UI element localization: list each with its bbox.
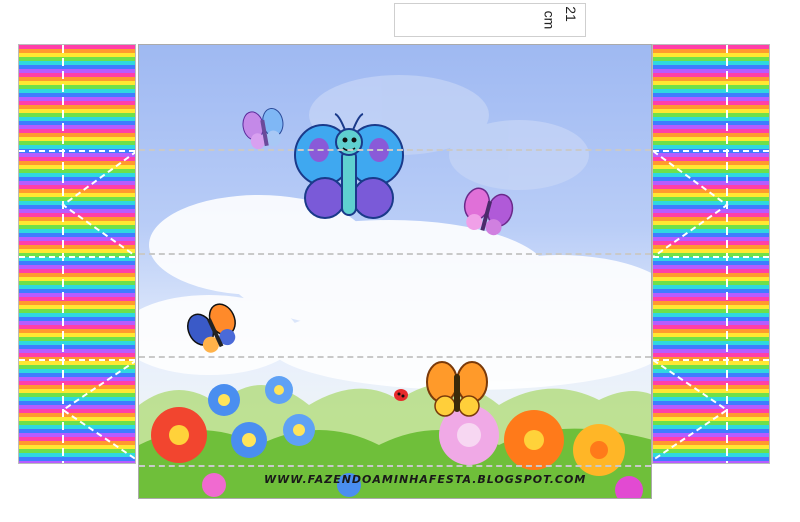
fold-line [139, 253, 651, 255]
clouds [139, 195, 651, 390]
site-url-text: WWW.FAZENDOAMINHAFESTA.BLOGSPOT.COM [264, 473, 587, 486]
main-panel: WWW.FAZENDOAMINHAFESTA.BLOGSPOT.COM [138, 44, 652, 499]
ladybug-icon [394, 389, 408, 401]
measurement-label: 21 cm [394, 3, 586, 37]
fold-line [139, 465, 651, 467]
fold-line [139, 149, 651, 151]
butterfly-icon [242, 107, 284, 150]
measurement-unit: cm [541, 10, 558, 30]
fold-line [139, 356, 651, 358]
butterfly-icon [294, 113, 404, 219]
scene-illustration [139, 75, 651, 498]
right-side-flap [652, 44, 770, 464]
left-side-flap [18, 44, 136, 464]
measurement-value: 21 [563, 6, 580, 22]
